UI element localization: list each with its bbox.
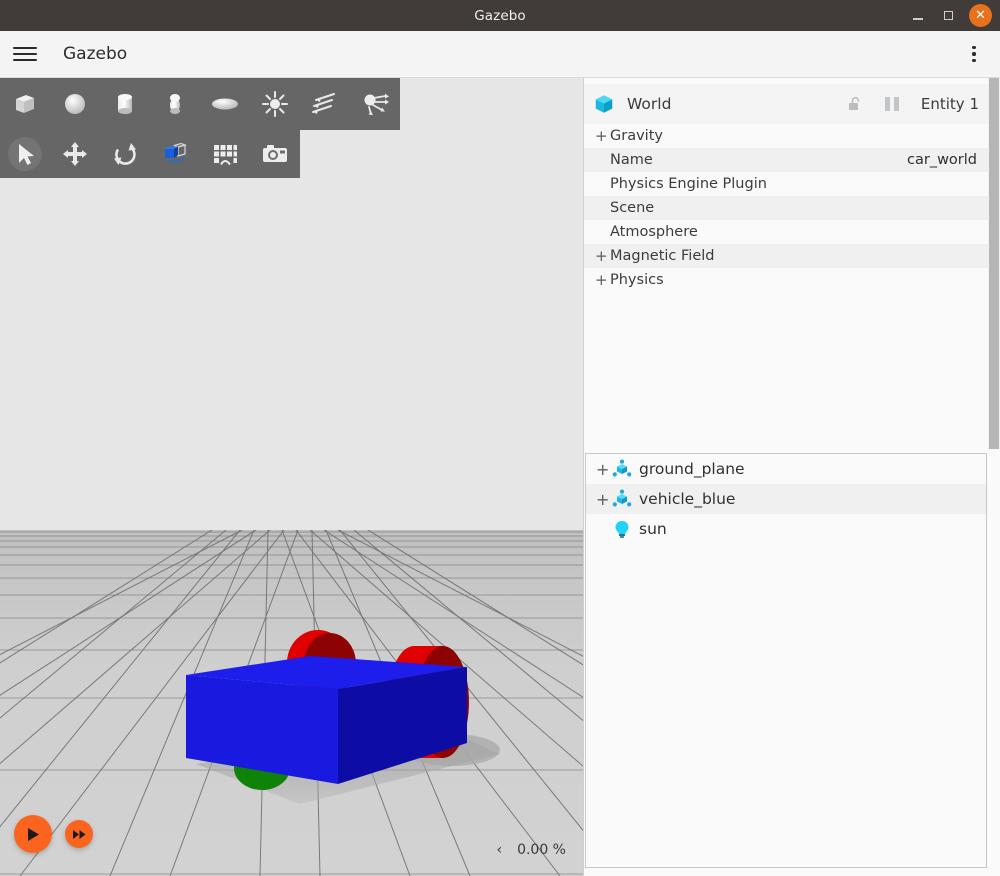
entity-count-label: Entity 1	[921, 95, 979, 113]
property-row-atmosphere[interactable]: Atmosphere	[584, 220, 989, 244]
rotate-mode-tool[interactable]	[100, 130, 150, 178]
step-forward-button[interactable]	[65, 820, 93, 848]
property-row-magnetic-field[interactable]: + Magnetic Field	[584, 244, 989, 268]
property-name: Scene	[610, 200, 654, 216]
expander-icon[interactable]: +	[595, 247, 608, 265]
property-row-physics[interactable]: + Physics	[584, 268, 989, 292]
snap-to-grid-tool[interactable]	[200, 130, 250, 178]
world-panel-scrollbar[interactable]	[988, 78, 1000, 449]
world-property-list: + Gravity Name car_world Physics Engine …	[584, 124, 989, 292]
translate-mode-tool[interactable]	[50, 130, 100, 178]
render-viewport[interactable]: ‹ 0.00 %	[0, 78, 583, 876]
app-title: Gazebo	[63, 44, 127, 64]
window-title: Gazebo	[474, 8, 526, 24]
model-icon	[611, 458, 633, 480]
ellipsoid-icon	[210, 91, 240, 117]
panel-divider	[584, 443, 989, 444]
property-row-physics-engine-plugin[interactable]: Physics Engine Plugin	[584, 172, 989, 196]
point-light-icon	[261, 90, 289, 118]
spot-light-tool[interactable]	[350, 78, 400, 130]
move-arrows-icon	[62, 141, 88, 167]
capsule-shape-tool[interactable]	[150, 78, 200, 130]
sphere-icon	[62, 91, 88, 117]
directional-light-icon	[310, 91, 340, 117]
transform-toolbar	[0, 130, 300, 178]
gazebo-window: Gazebo ✕ Gazebo	[0, 0, 1000, 876]
world-panel: World Entity 1 + Gravity	[583, 78, 1000, 876]
ellipsoid-shape-tool[interactable]	[200, 78, 250, 130]
point-light-tool[interactable]	[250, 78, 300, 130]
close-button[interactable]: ✕	[969, 4, 992, 27]
playback-controls	[14, 815, 93, 853]
select-arrow-icon	[4, 133, 46, 175]
expander-icon[interactable]: +	[596, 490, 611, 509]
entity-label: sun	[639, 520, 667, 538]
model-icon	[611, 488, 633, 510]
entity-tree: + ground_plane +	[585, 453, 987, 868]
maximize-button[interactable]	[939, 7, 957, 25]
world-header-actions: Entity 1	[847, 95, 979, 113]
pause-icon[interactable]	[885, 97, 899, 111]
box-icon	[12, 91, 38, 117]
world-cube-icon	[593, 93, 615, 115]
box-shape-tool[interactable]	[0, 78, 50, 130]
cylinder-icon	[112, 91, 138, 117]
entity-row-sun[interactable]: sun	[586, 514, 986, 544]
entity-row-vehicle-blue[interactable]: + vehicle_blue	[586, 484, 986, 514]
rtf-status: ‹ 0.00 %	[496, 842, 566, 858]
app-bar: Gazebo	[0, 31, 1000, 78]
fast-forward-icon	[72, 829, 87, 840]
transform-control-icon	[160, 141, 190, 167]
kebab-menu-icon[interactable]	[965, 43, 983, 65]
unlocked-padlock-icon[interactable]	[847, 96, 863, 113]
vehicle-blue-model[interactable]	[0, 78, 583, 876]
window-titlebar: Gazebo ✕	[0, 0, 1000, 31]
select-mode-tool[interactable]	[0, 130, 50, 178]
entity-row-ground-plane[interactable]: + ground_plane	[586, 454, 986, 484]
property-name: Gravity	[610, 128, 663, 144]
expander-icon[interactable]: +	[596, 460, 611, 479]
entity-label: vehicle_blue	[639, 490, 735, 508]
world-title: World	[627, 95, 671, 113]
sphere-shape-tool[interactable]	[50, 78, 100, 130]
play-icon	[26, 827, 40, 842]
maximize-icon	[944, 11, 953, 20]
property-name: Physics Engine Plugin	[610, 176, 767, 192]
expander-icon[interactable]: +	[595, 127, 608, 145]
rotate-icon	[112, 141, 138, 167]
shapes-toolbar	[0, 78, 400, 130]
property-name: Name	[610, 152, 653, 168]
window-controls: ✕	[909, 0, 992, 31]
property-name: Magnetic Field	[610, 248, 714, 264]
property-row-scene[interactable]: Scene	[584, 196, 989, 220]
camera-icon	[261, 141, 289, 167]
rtf-value: 0.00 %	[517, 842, 566, 858]
property-name: Atmosphere	[610, 224, 698, 240]
property-value: car_world	[907, 152, 977, 168]
property-row-gravity[interactable]: + Gravity	[584, 124, 989, 148]
world-header: World Entity 1	[584, 84, 989, 124]
transform-control-tool[interactable]	[150, 130, 200, 178]
rtf-prev-button[interactable]: ‹	[496, 842, 502, 858]
cylinder-shape-tool[interactable]	[100, 78, 150, 130]
screenshot-tool[interactable]	[250, 130, 300, 178]
spot-light-icon	[360, 91, 390, 117]
directional-light-tool[interactable]	[300, 78, 350, 130]
snap-grid-icon	[211, 141, 239, 167]
capsule-icon	[162, 91, 188, 117]
play-button[interactable]	[14, 815, 52, 853]
minimize-button[interactable]	[909, 7, 927, 25]
minimize-icon	[913, 18, 923, 20]
scrollbar-thumb[interactable]	[989, 78, 999, 449]
hamburger-menu-icon[interactable]	[13, 42, 37, 66]
light-bulb-icon	[611, 518, 633, 540]
entity-label: ground_plane	[639, 460, 745, 478]
property-row-name[interactable]: Name car_world	[584, 148, 989, 172]
expander-icon[interactable]: +	[595, 271, 608, 289]
property-name: Physics	[610, 272, 664, 288]
